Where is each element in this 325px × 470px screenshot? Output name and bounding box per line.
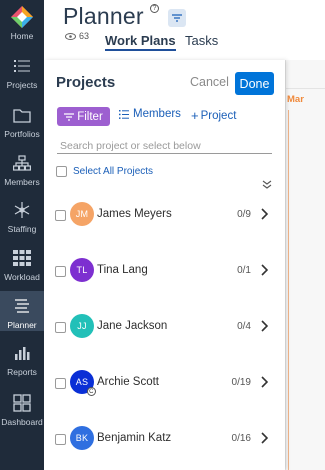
nav-workload-label: Workload [4, 272, 40, 282]
view-count: 63 [65, 31, 89, 41]
tab-tasks[interactable]: Tasks [185, 33, 218, 48]
chevron-right-icon[interactable] [260, 432, 268, 444]
project-row[interactable]: JJ Jane Jackson 0/4 [44, 308, 285, 348]
collapse-all-icon[interactable] [262, 180, 272, 190]
dashboard-icon [11, 392, 33, 414]
owner-badge: C [87, 387, 96, 396]
select-all-checkbox[interactable] [56, 166, 67, 177]
nav-dashboard[interactable]: Dashboard [0, 392, 44, 438]
snowflake-icon [11, 199, 33, 221]
nav-members[interactable]: Members [0, 152, 44, 198]
project-checkbox[interactable] [55, 434, 66, 445]
chevron-right-icon[interactable] [260, 264, 268, 276]
add-project-button[interactable]: + Project [191, 108, 236, 123]
sidebar: Home Projects Portfolios Members Staffin… [0, 0, 44, 470]
nav-portfolios[interactable]: Portfolios [0, 104, 44, 150]
project-count: 0/4 [237, 321, 251, 332]
app-logo-icon [11, 6, 33, 28]
calendar-divider [286, 88, 325, 89]
nav-projects-label: Projects [6, 80, 38, 90]
plus-icon: + [191, 108, 199, 123]
project-checkbox[interactable] [55, 378, 66, 389]
project-name: James Meyers [97, 208, 172, 220]
calendar-background: Mar [285, 60, 325, 470]
bar-chart-icon [11, 342, 33, 364]
list-icon [11, 55, 33, 77]
project-count: 0/1 [237, 265, 251, 276]
nav-workload[interactable]: Workload [0, 247, 44, 293]
org-chart-icon [11, 152, 33, 174]
avatar: JM [70, 202, 94, 226]
nav-members-label: Members [4, 177, 40, 187]
page-title: Planner [63, 3, 144, 29]
filter-icon [172, 14, 182, 22]
help-icon[interactable]: ? [150, 4, 159, 13]
filter-label: Filter [77, 110, 103, 123]
nav-staffing-label: Staffing [7, 224, 37, 234]
nav-reports[interactable]: Reports [0, 342, 44, 388]
view-count-value: 63 [79, 31, 90, 41]
filter-icon [64, 112, 75, 121]
nav-home-label: Home [10, 31, 34, 41]
project-row[interactable]: AS C Archie Scott 0/19 [44, 364, 285, 404]
chevron-right-icon[interactable] [260, 320, 268, 332]
header-filter-button[interactable] [168, 9, 186, 27]
project-name: Jane Jackson [97, 320, 168, 332]
avatar: BK [70, 426, 94, 450]
chevron-right-icon[interactable] [260, 208, 268, 220]
done-button[interactable]: Done [235, 72, 274, 95]
nav-home[interactable]: Home [0, 6, 44, 46]
project-checkbox[interactable] [55, 322, 66, 333]
nav-projects[interactable]: Projects [0, 55, 44, 101]
search-input[interactable] [57, 138, 272, 154]
project-row[interactable]: TL Tina Lang 0/1 [44, 252, 285, 292]
nav-portfolios-label: Portfolios [4, 129, 40, 139]
select-all-label[interactable]: Select All Projects [73, 166, 153, 177]
list-icon [119, 109, 129, 119]
cancel-button[interactable]: Cancel [190, 75, 229, 89]
members-button[interactable]: Members [119, 108, 181, 120]
search-field [57, 136, 272, 154]
avatar-initials: AS [75, 377, 89, 387]
nav-staffing[interactable]: Staffing [0, 199, 44, 245]
project-name: Archie Scott [97, 376, 159, 388]
calendar-month-label: Mar [287, 94, 304, 105]
project-name: Tina Lang [97, 264, 148, 276]
project-checkbox[interactable] [55, 266, 66, 277]
project-row[interactable]: BK Benjamin Katz 0/16 [44, 420, 285, 460]
eye-icon [65, 32, 76, 40]
nav-planner[interactable]: Planner [0, 291, 44, 331]
avatar: JJ [70, 314, 94, 338]
projects-panel: Projects Cancel Done Filter Members + Pr… [44, 60, 285, 470]
project-count: 0/19 [231, 377, 251, 388]
project-count: 0/9 [237, 209, 251, 220]
grid-icon [11, 247, 33, 269]
project-count: 0/16 [231, 433, 251, 444]
chevron-right-icon[interactable] [260, 376, 268, 388]
nav-planner-label: Planner [7, 320, 37, 330]
tab-work-plans[interactable]: Work Plans [105, 33, 176, 51]
folder-icon [11, 104, 33, 126]
nav-reports-label: Reports [7, 367, 37, 377]
avatar: AS C [70, 370, 96, 396]
project-name: Benjamin Katz [97, 432, 172, 444]
select-all-row[interactable]: Select All Projects [56, 166, 153, 177]
today-line [288, 110, 289, 470]
filter-button[interactable]: Filter [57, 107, 110, 126]
planner-icon [11, 295, 33, 317]
nav-dashboard-label: Dashboard [1, 417, 43, 427]
members-label: Members [133, 108, 181, 120]
add-project-label: Project [200, 109, 237, 122]
avatar: TL [70, 258, 94, 282]
project-checkbox[interactable] [55, 210, 66, 221]
project-row[interactable]: JM James Meyers 0/9 [44, 196, 285, 236]
panel-title: Projects [56, 74, 116, 91]
